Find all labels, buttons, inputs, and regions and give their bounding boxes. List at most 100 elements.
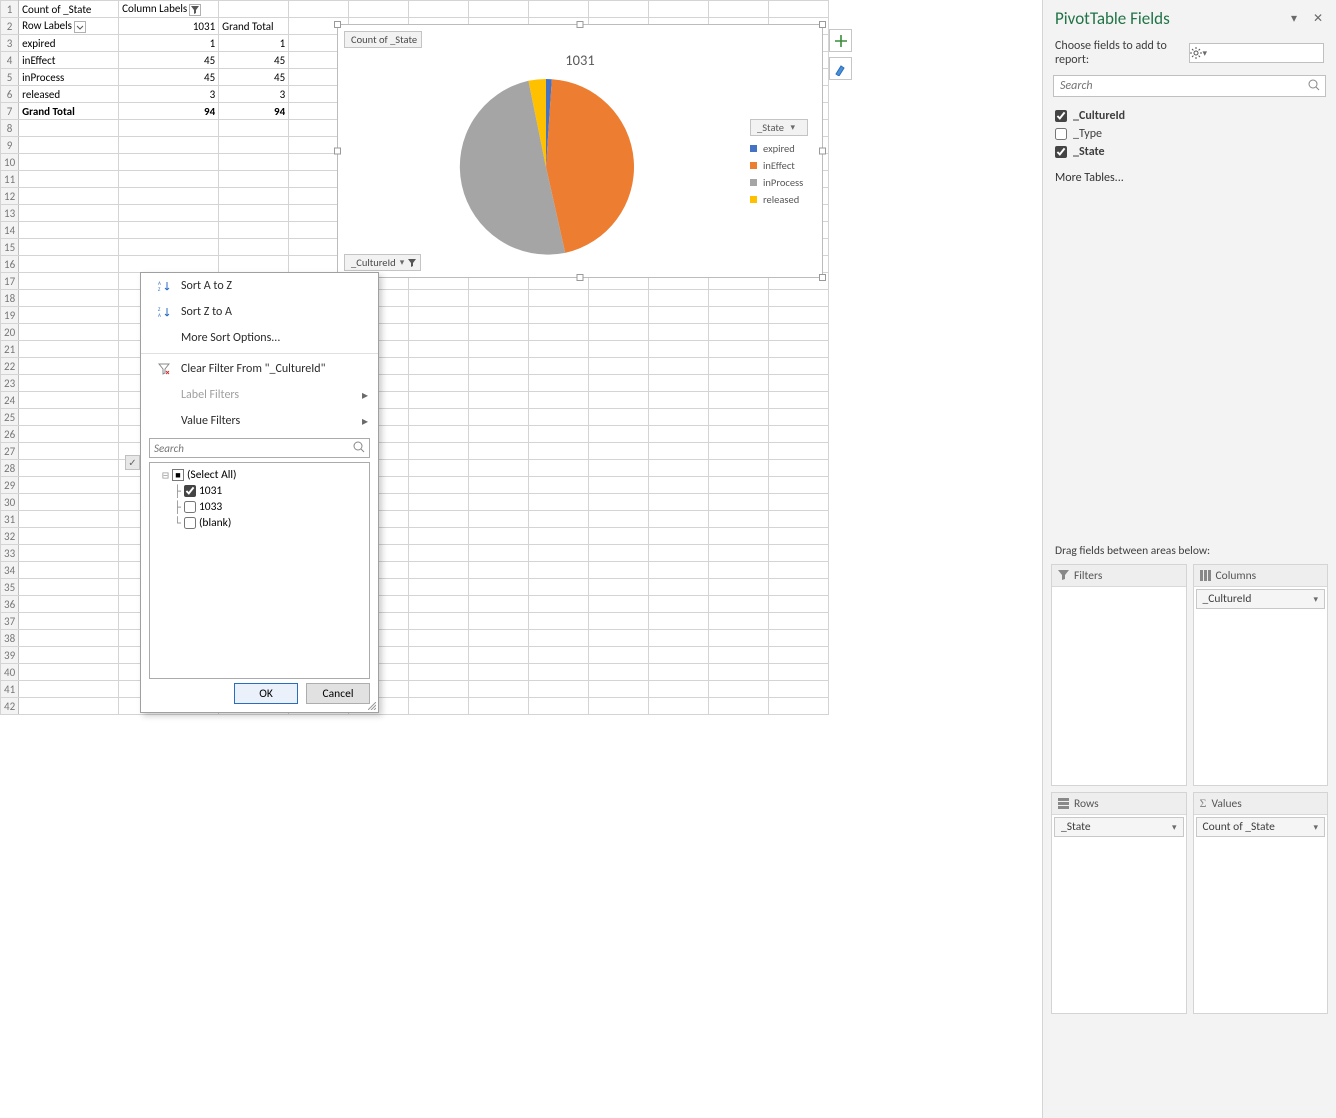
funnel-icon bbox=[1058, 570, 1069, 581]
ok-button[interactable]: OK bbox=[234, 683, 298, 704]
legend-item-0: expired bbox=[763, 142, 795, 155]
cell-B2[interactable]: 1031 bbox=[119, 18, 219, 35]
columns-pill[interactable]: _CultureId▾ bbox=[1196, 589, 1326, 609]
checkbox-1031[interactable] bbox=[184, 485, 196, 497]
values-pill-label: Count of _State bbox=[1203, 820, 1275, 834]
legend-item-1: inEffect bbox=[763, 159, 795, 172]
pivot-chart[interactable]: Count of _State 1031 _State▾ expired inE… bbox=[337, 24, 823, 278]
column-filter-icon[interactable] bbox=[189, 4, 201, 16]
tree-item-select-all[interactable]: ⊟■(Select All) bbox=[152, 467, 367, 483]
pane-subtitle: Choose fields to add to report: bbox=[1055, 39, 1189, 67]
search-icon bbox=[352, 440, 366, 458]
resize-handle[interactable] bbox=[819, 21, 826, 28]
field-list: _CultureId _Type _State bbox=[1043, 103, 1336, 165]
cell-B7[interactable]: 94 bbox=[119, 103, 219, 120]
chart-axis-field-button[interactable]: _CultureId▾ bbox=[344, 254, 421, 271]
resize-handle[interactable] bbox=[577, 21, 584, 28]
resize-handle[interactable] bbox=[819, 148, 826, 155]
values-area[interactable]: Σ Values Count of _State ▾ bbox=[1193, 792, 1329, 1014]
sort-za-item[interactable]: ZASort Z to A bbox=[141, 299, 378, 325]
sort-az-item[interactable]: AZSort A to Z bbox=[141, 273, 378, 299]
cell-A5[interactable]: inProcess bbox=[19, 69, 119, 86]
chevron-down-icon: ▾ bbox=[1172, 822, 1177, 833]
pane-close-icon[interactable]: ✕ bbox=[1310, 11, 1326, 26]
field-type[interactable]: _Type bbox=[1055, 125, 1324, 143]
filters-area-label: Filters bbox=[1074, 569, 1102, 583]
more-tables-link[interactable]: More Tables... bbox=[1043, 165, 1336, 191]
values-pill[interactable]: Count of _State ▾ bbox=[1196, 817, 1326, 837]
field-state[interactable]: _State bbox=[1055, 143, 1324, 161]
rows-area[interactable]: Rows _State▾ bbox=[1051, 792, 1187, 1014]
tree-item-blank[interactable]: └(blank) bbox=[152, 515, 367, 531]
tree-item-1033[interactable]: ├1033 bbox=[152, 499, 367, 515]
filter-search-input[interactable] bbox=[149, 438, 370, 458]
field-cultureid[interactable]: _CultureId bbox=[1055, 107, 1324, 125]
cell-A1[interactable]: Count of _State bbox=[19, 1, 119, 18]
cell-B5[interactable]: 45 bbox=[119, 69, 219, 86]
checkbox-type[interactable] bbox=[1055, 128, 1067, 140]
tree-label-select-all: (Select All) bbox=[187, 468, 237, 482]
pane-tools-button[interactable]: ▾ bbox=[1189, 43, 1325, 63]
cancel-button[interactable]: Cancel bbox=[306, 683, 370, 704]
legend-field-button[interactable]: _State▾ bbox=[750, 119, 808, 136]
cell-A7[interactable]: Grand Total bbox=[19, 103, 119, 120]
chart-axis-label: _CultureId bbox=[351, 256, 396, 269]
cell-C2[interactable]: Grand Total bbox=[219, 18, 289, 35]
pane-dropdown-icon[interactable]: ▾ bbox=[1286, 11, 1302, 26]
resize-grip-icon[interactable] bbox=[368, 702, 376, 710]
chart-legend: _State▾ expired inEffect inProcess relea… bbox=[750, 119, 808, 210]
checkbox-cultureid[interactable] bbox=[1055, 110, 1067, 122]
cell-A6[interactable]: released bbox=[19, 86, 119, 103]
clear-filter-item[interactable]: Clear Filter From "_CultureId" bbox=[141, 356, 378, 382]
cell-C4[interactable]: 45 bbox=[219, 52, 289, 69]
tree-item-1031[interactable]: ├1031 bbox=[152, 483, 367, 499]
chart-brush-button[interactable] bbox=[829, 57, 852, 80]
sigma-icon: Σ bbox=[1200, 796, 1207, 811]
filter-tree[interactable]: ⊟■(Select All) ├1031 ├1033 └(blank) bbox=[149, 462, 370, 679]
rows-area-label: Rows bbox=[1074, 797, 1099, 811]
checkbox-state[interactable] bbox=[1055, 146, 1067, 158]
filters-area[interactable]: Filters bbox=[1051, 564, 1187, 786]
cell-B1[interactable]: Column Labels bbox=[119, 1, 219, 18]
clear-filter-label: Clear Filter From "_CultureId" bbox=[181, 362, 325, 376]
chevron-down-icon: ▾ bbox=[1313, 822, 1318, 833]
cell-C6[interactable]: 3 bbox=[219, 86, 289, 103]
cell-A3[interactable]: expired bbox=[19, 35, 119, 52]
svg-text:Z: Z bbox=[158, 287, 161, 292]
resize-handle[interactable] bbox=[819, 274, 826, 281]
submenu-arrow-icon: ▸ bbox=[362, 388, 368, 403]
values-area-label: Values bbox=[1211, 797, 1241, 811]
checkbox-1033[interactable] bbox=[184, 501, 196, 513]
cell-B3[interactable]: 1 bbox=[119, 35, 219, 52]
rows-pill[interactable]: _State▾ bbox=[1054, 817, 1184, 837]
resize-handle[interactable] bbox=[577, 274, 584, 281]
more-sort-item[interactable]: More Sort Options... bbox=[141, 325, 378, 351]
funnel-icon bbox=[408, 259, 416, 267]
chart-plus-button[interactable] bbox=[829, 29, 852, 52]
dropdown-anchor-icon: ✓ bbox=[125, 455, 140, 470]
cell-C7[interactable]: 94 bbox=[219, 103, 289, 120]
row-filter-icon[interactable] bbox=[74, 21, 86, 33]
chart-values-field-button[interactable]: Count of _State bbox=[344, 31, 422, 48]
cell-C1[interactable] bbox=[219, 1, 289, 18]
cell-B4[interactable]: 45 bbox=[119, 52, 219, 69]
cell-C3[interactable]: 1 bbox=[219, 35, 289, 52]
columns-area[interactable]: Columns _CultureId▾ bbox=[1193, 564, 1329, 786]
value-filters-item[interactable]: Value Filters▸ bbox=[141, 408, 378, 434]
cell-A2[interactable]: Row Labels bbox=[19, 18, 119, 35]
fields-search-input[interactable] bbox=[1053, 75, 1326, 97]
chart-values-label: Count of _State bbox=[351, 33, 417, 46]
checkbox-blank[interactable] bbox=[184, 517, 196, 529]
cell-B6[interactable]: 3 bbox=[119, 86, 219, 103]
pie-chart-icon bbox=[458, 79, 634, 255]
sort-az-label: Sort A to Z bbox=[181, 279, 232, 293]
resize-handle[interactable] bbox=[334, 148, 341, 155]
cell-A4[interactable]: inEffect bbox=[19, 52, 119, 69]
legend-field-label: _State bbox=[757, 121, 784, 134]
resize-handle[interactable] bbox=[334, 21, 341, 28]
filter-search bbox=[149, 438, 370, 458]
submenu-arrow-icon: ▸ bbox=[362, 414, 368, 429]
cell-C5[interactable]: 45 bbox=[219, 69, 289, 86]
pivot-fields-pane: PivotTable Fields ▾ ✕ Choose fields to a… bbox=[1042, 0, 1336, 1118]
label-filters-item[interactable]: Label Filters▸ bbox=[141, 382, 378, 408]
